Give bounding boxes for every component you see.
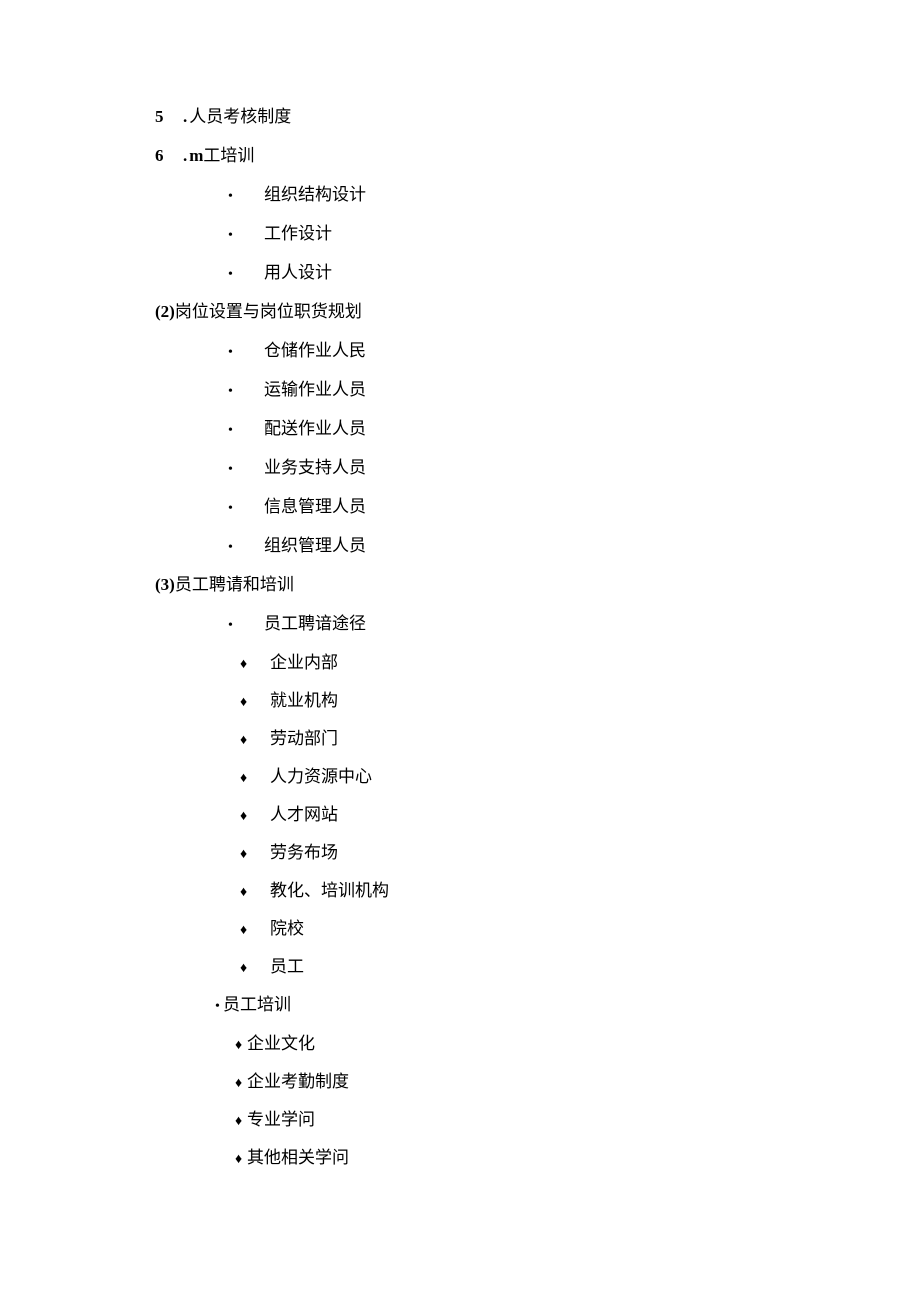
diamond-icon: ♦ (235, 1077, 247, 1091)
diamond-text: 员工 (270, 958, 304, 975)
bullet-text: 员工培训 (223, 996, 291, 1013)
bullet-icon: • (228, 229, 264, 243)
diamond-item: ♦ 教化、培训机构 (155, 882, 920, 900)
diamond-item: ♦ 劳动部门 (155, 730, 920, 748)
bullet-item: • 用人设计 (155, 264, 920, 282)
bullet-text: 用人设计 (264, 264, 332, 281)
section-title: 员工聘请和培训 (175, 575, 294, 594)
diamond-icon: ♦ (240, 962, 270, 976)
diamond-icon: ♦ (240, 810, 270, 824)
bullet-icon: • (215, 1000, 223, 1014)
diamond-icon: ♦ (240, 658, 270, 672)
diamond-item: ♦ 企业文化 (155, 1035, 920, 1053)
diamond-text: 企业考勤制度 (247, 1073, 349, 1090)
section-2-heading: (2)岗位设置与岗位职货规划 (155, 303, 920, 320)
bullet-text: 运输作业人员 (264, 381, 366, 398)
diamond-icon: ♦ (240, 734, 270, 748)
bullet-item: • 组织结构设计 (155, 186, 920, 204)
diamond-item: ♦ 其他相关学问 (155, 1149, 920, 1167)
diamond-icon: ♦ (240, 772, 270, 786)
diamond-icon: ♦ (240, 886, 270, 900)
diamond-text: 专业学问 (247, 1111, 315, 1128)
diamond-item: ♦ 院校 (155, 920, 920, 938)
bullet-item: • 业务支持人员 (155, 459, 920, 477)
diamond-item: ♦ 企业考勤制度 (155, 1073, 920, 1091)
bullet-text: 配送作业人员 (264, 420, 366, 437)
bullet-text: 组织结构设计 (264, 186, 366, 203)
diamond-icon: ♦ (240, 848, 270, 862)
diamond-icon: ♦ (240, 924, 270, 938)
bullet-item: • 配送作业人员 (155, 420, 920, 438)
diamond-text: 企业内部 (270, 654, 338, 671)
section-number: (2) (155, 302, 175, 321)
diamond-item: ♦ 人力资源中心 (155, 768, 920, 786)
bullet-text: 业务支持人员 (264, 459, 366, 476)
bullet-text: 工作设计 (264, 225, 332, 242)
bullet-text: 信息管理人员 (264, 498, 366, 515)
bullet-icon: • (228, 268, 264, 282)
bullet-icon: • (228, 385, 264, 399)
item-number: 6 (155, 147, 183, 164)
bullet-icon: • (228, 346, 264, 360)
diamond-text: 其他相关学问 (247, 1149, 349, 1166)
item-number: 5 (155, 108, 183, 125)
section-3-heading: (3)员工聘请和培训 (155, 576, 920, 593)
bullet-icon: • (228, 463, 264, 477)
bullet-item: • 仓储作业人民 (155, 342, 920, 360)
bullet-item: • 员工培训 (155, 996, 920, 1014)
bullet-icon: • (228, 619, 264, 633)
diamond-item: ♦ 就业机构 (155, 692, 920, 710)
diamond-text: 劳动部门 (270, 730, 338, 747)
diamond-item: ♦ 专业学问 (155, 1111, 920, 1129)
diamond-text: 企业文化 (247, 1035, 315, 1052)
diamond-item: ♦ 员工 (155, 958, 920, 976)
diamond-icon: ♦ (235, 1115, 247, 1129)
numbered-item-5: 5 .人员考核制度 (155, 108, 920, 125)
bullet-item: • 运输作业人员 (155, 381, 920, 399)
diamond-icon: ♦ (240, 696, 270, 710)
numbered-item-6: 6 .m工培训 (155, 147, 920, 164)
bullet-item: • 信息管理人员 (155, 498, 920, 516)
bullet-item: • 员工聘谙途径 (155, 615, 920, 633)
diamond-text: 院校 (270, 920, 304, 937)
bullet-item: • 组织管理人员 (155, 537, 920, 555)
diamond-item: ♦ 企业内部 (155, 654, 920, 672)
section-title: 岗位设置与岗位职货规划 (175, 302, 362, 321)
bullet-icon: • (228, 190, 264, 204)
diamond-text: 人才网站 (270, 806, 338, 823)
bullet-icon: • (228, 502, 264, 516)
section-number: (3) (155, 575, 175, 594)
item-text: .m工培训 (183, 147, 254, 164)
bullet-text: 仓储作业人民 (264, 342, 366, 359)
diamond-text: 劳务布场 (270, 844, 338, 861)
bullet-item: • 工作设计 (155, 225, 920, 243)
item-text: .人员考核制度 (183, 108, 291, 125)
diamond-item: ♦ 人才网站 (155, 806, 920, 824)
diamond-text: 就业机构 (270, 692, 338, 709)
bullet-text: 员工聘谙途径 (264, 615, 366, 632)
diamond-icon: ♦ (235, 1153, 247, 1167)
bullet-icon: • (228, 541, 264, 555)
bullet-text: 组织管理人员 (264, 537, 366, 554)
diamond-icon: ♦ (235, 1039, 247, 1053)
diamond-item: ♦ 劳务布场 (155, 844, 920, 862)
diamond-text: 人力资源中心 (270, 768, 372, 785)
diamond-text: 教化、培训机构 (270, 882, 389, 899)
bullet-icon: • (228, 424, 264, 438)
